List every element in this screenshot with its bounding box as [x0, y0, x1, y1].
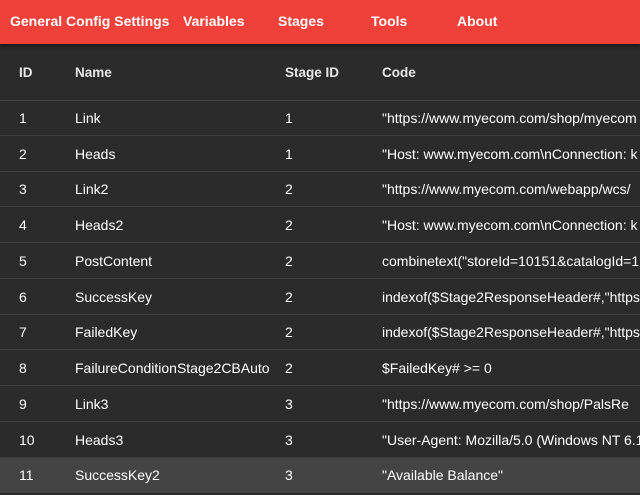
- cell-id: 10: [19, 432, 35, 448]
- table-row[interactable]: 8 FailureConditionStage2CBAuto 2 $Failed…: [0, 351, 640, 386]
- column-header-id[interactable]: ID: [19, 44, 64, 100]
- column-header-stage-id[interactable]: Stage ID: [285, 44, 365, 100]
- cell-id: 4: [19, 217, 27, 233]
- cell-code: "Host: www.myecom.com\nConnection: k: [382, 217, 638, 233]
- cell-stage-id: 2: [285, 181, 293, 197]
- cell-id: 8: [19, 360, 27, 376]
- menu-tools[interactable]: Tools: [371, 0, 407, 44]
- cell-code: "https://www.myecom.com/shop/myecom: [382, 110, 637, 126]
- cell-id: 7: [19, 324, 27, 340]
- variables-grid: ID Name Stage ID Code 1 Link 1 "https://…: [0, 44, 640, 495]
- table-row[interactable]: 7 FailedKey 2 indexof($Stage2ResponseHea…: [0, 315, 640, 350]
- cell-code: "Host: www.myecom.com\nConnection: k: [382, 146, 638, 162]
- cell-name: Link3: [75, 396, 109, 412]
- column-header-name[interactable]: Name: [75, 44, 275, 100]
- cell-name: PostContent: [75, 253, 153, 269]
- cell-stage-id: 1: [285, 146, 293, 162]
- cell-id: 9: [19, 396, 27, 412]
- table-row[interactable]: 1 Link 1 "https://www.myecom.com/shop/my…: [0, 101, 640, 136]
- cell-code: "User-Agent: Mozilla/5.0 (Windows NT 6.1: [382, 432, 640, 448]
- cell-stage-id: 2: [285, 324, 293, 340]
- cell-code: "Available Balance": [382, 467, 503, 483]
- cell-stage-id: 2: [285, 360, 293, 376]
- cell-code: "https://www.myecom.com/shop/PalsRe: [382, 396, 629, 412]
- app-window: General Config Settings Variables Stages…: [0, 0, 640, 495]
- cell-code: $FailedKey# >= 0: [382, 360, 492, 376]
- menu-general-config-settings[interactable]: General Config Settings: [10, 0, 169, 44]
- cell-id: 11: [19, 467, 34, 483]
- cell-name: Heads3: [75, 432, 124, 448]
- cell-name: FailureConditionStage2CBAuto: [75, 360, 270, 376]
- cell-name: Heads: [75, 146, 116, 162]
- cell-id: 3: [19, 181, 27, 197]
- cell-stage-id: 2: [285, 289, 293, 305]
- menu-about[interactable]: About: [457, 0, 497, 44]
- table-row[interactable]: 10 Heads3 3 "User-Agent: Mozilla/5.0 (Wi…: [0, 423, 640, 458]
- table-row-selected[interactable]: 11 SuccessKey2 3 "Available Balance": [0, 458, 640, 493]
- menu-variables[interactable]: Variables: [183, 0, 245, 44]
- cell-code: combinetext("storeId=10151&catalogId=1: [382, 253, 640, 269]
- cell-name: SuccessKey2: [75, 467, 160, 483]
- table-row[interactable]: 5 PostContent 2 combinetext("storeId=101…: [0, 244, 640, 279]
- grid-header-row: ID Name Stage ID Code: [0, 44, 640, 101]
- cell-name: Heads2: [75, 217, 124, 233]
- cell-stage-id: 2: [285, 217, 293, 233]
- cell-name: FailedKey: [75, 324, 138, 340]
- cell-stage-id: 3: [285, 432, 293, 448]
- cell-stage-id: 3: [285, 396, 293, 412]
- cell-name: SuccessKey: [75, 289, 153, 305]
- table-row[interactable]: 6 SuccessKey 2 indexof($Stage2ResponseHe…: [0, 280, 640, 315]
- column-header-code[interactable]: Code: [382, 44, 640, 100]
- cell-name: Link2: [75, 181, 109, 197]
- cell-id: 5: [19, 253, 27, 269]
- table-row[interactable]: 2 Heads 1 "Host: www.myecom.com\nConnect…: [0, 137, 640, 172]
- table-row[interactable]: 4 Heads2 2 "Host: www.myecom.com\nConnec…: [0, 208, 640, 243]
- cell-stage-id: 2: [285, 253, 293, 269]
- menu-stages[interactable]: Stages: [278, 0, 324, 44]
- table-row[interactable]: 9 Link3 3 "https://www.myecom.com/shop/P…: [0, 387, 640, 422]
- cell-name: Link: [75, 110, 101, 126]
- table-row[interactable]: 3 Link2 2 "https://www.myecom.com/webapp…: [0, 172, 640, 207]
- menu-bar: General Config Settings Variables Stages…: [0, 0, 640, 44]
- cell-id: 6: [19, 289, 27, 305]
- cell-code: indexof($Stage2ResponseHeader#,"https:: [382, 289, 640, 305]
- cell-id: 2: [19, 146, 27, 162]
- cell-code: indexof($Stage2ResponseHeader#,"https:: [382, 324, 640, 340]
- cell-stage-id: 3: [285, 467, 293, 483]
- cell-stage-id: 1: [285, 110, 293, 126]
- cell-code: "https://www.myecom.com/webapp/wcs/: [382, 181, 631, 197]
- cell-id: 1: [19, 110, 27, 126]
